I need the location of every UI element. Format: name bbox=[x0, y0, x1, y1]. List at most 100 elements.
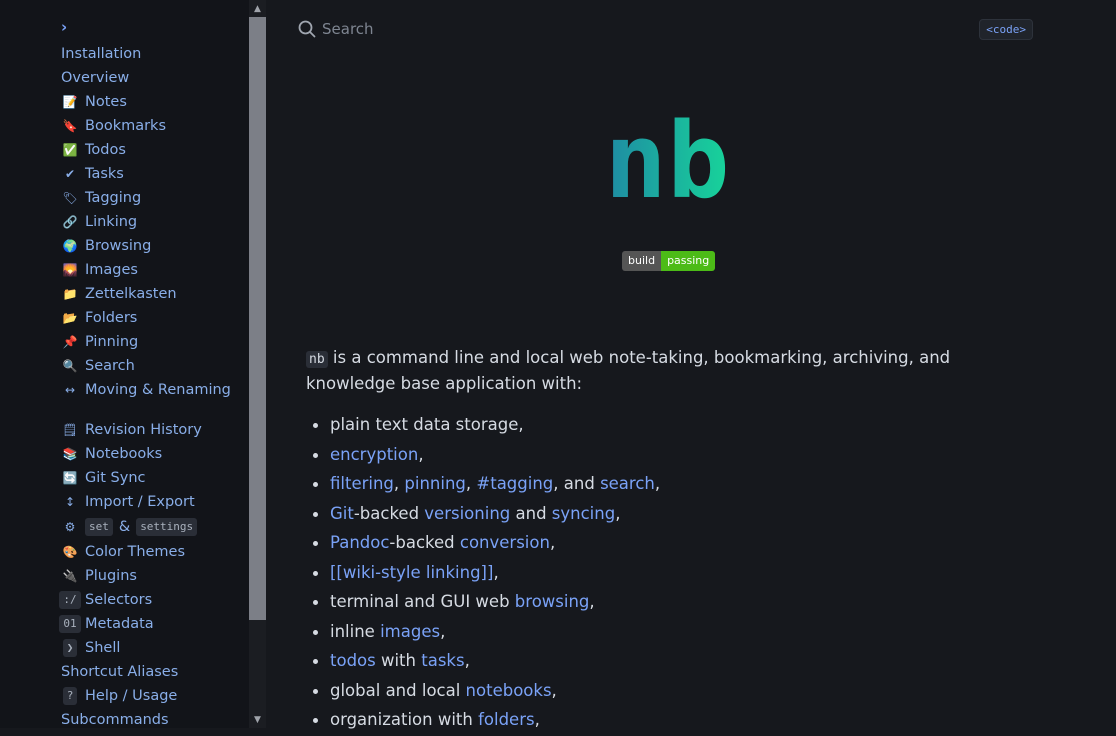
feature-list-item: todos with tasks, bbox=[306, 647, 660, 677]
sidebar-item-git-sync[interactable]: 🔄 Git Sync bbox=[61, 466, 247, 490]
metadata-chip-icon: 01 bbox=[59, 615, 81, 633]
scrollbar-thumb[interactable] bbox=[249, 17, 266, 620]
sidebar-item-installation[interactable]: Installation bbox=[61, 42, 247, 66]
sidebar-item-selectors[interactable]: :/Selectors bbox=[59, 588, 247, 612]
bookmark-icon: 🔖 bbox=[62, 119, 78, 133]
sidebar-item-label: Installation bbox=[61, 46, 142, 62]
sidebar-item-bookmarks[interactable]: 🔖 Bookmarks bbox=[61, 114, 247, 138]
badge-label: build bbox=[622, 251, 662, 271]
sidebar-item-overview[interactable]: Overview bbox=[61, 66, 247, 90]
folder-icon: 📁 bbox=[62, 287, 78, 301]
feature-text: inline bbox=[330, 621, 381, 641]
sidebar-item-images[interactable]: 🌄 Images bbox=[61, 258, 247, 282]
sidebar-item-revision-history[interactable]: 🗒 Revision History bbox=[61, 418, 247, 442]
feature-link[interactable]: #tagging bbox=[476, 474, 553, 493]
sidebar-item-subcommands[interactable]: Subcommands bbox=[61, 708, 247, 728]
feature-list: plain text data storage, encryption, filte… bbox=[306, 411, 660, 736]
sidebar-item-label: Folders bbox=[85, 310, 138, 326]
sidebar-item-tasks[interactable]: ✔ Tasks bbox=[61, 162, 247, 186]
code-link[interactable]: <code> bbox=[979, 19, 1033, 40]
feature-text: -backed bbox=[389, 533, 460, 552]
search-box[interactable]: Search bbox=[298, 20, 374, 38]
sidebar-item-label: Shell bbox=[85, 640, 121, 656]
sidebar-item-search[interactable]: 🔍 Search bbox=[61, 354, 247, 378]
feature-link[interactable]: tasks bbox=[421, 651, 464, 670]
feature-list-item: [[wiki-style linking]], bbox=[306, 559, 660, 589]
feature-text: terminal and GUI web bbox=[330, 592, 515, 611]
sidebar-scrollbar[interactable]: ▲ ▼ bbox=[249, 0, 266, 728]
sidebar-item-metadata[interactable]: 01 Metadata bbox=[59, 612, 247, 636]
sidebar-item-zettelkasten[interactable]: 📁 Zettelkasten bbox=[61, 282, 247, 306]
sidebar-item-label: Subcommands bbox=[61, 712, 169, 728]
feature-text: -backed bbox=[353, 503, 425, 523]
feature-link[interactable]: encryption bbox=[330, 445, 418, 464]
sidebar-item-notebooks[interactable]: 📚 Notebooks bbox=[61, 442, 247, 466]
sidebar-item-help-usage[interactable]: ? Help / Usage bbox=[61, 684, 247, 708]
feature-link[interactable]: images bbox=[380, 622, 440, 641]
feature-text: global and local bbox=[330, 680, 466, 700]
sidebar-item-settings[interactable]: ⚙ set & settings bbox=[61, 514, 247, 540]
feature-link[interactable]: conversion bbox=[460, 533, 550, 552]
sidebar-item-todos[interactable]: ✅ Todos bbox=[61, 138, 247, 162]
build-status-badge[interactable]: build passing bbox=[622, 251, 716, 271]
sidebar-item-label: Revision History bbox=[85, 422, 202, 438]
sidebar-item-color-themes[interactable]: 🎨 Color Themes bbox=[61, 540, 247, 564]
feature-text: , bbox=[589, 592, 595, 611]
feature-text: , bbox=[493, 562, 499, 582]
feature-link[interactable]: folders bbox=[478, 710, 535, 729]
sidebar-item-shortcut-aliases[interactable]: Shortcut Aliases bbox=[61, 660, 247, 684]
feature-text: with bbox=[375, 651, 422, 670]
feature-link[interactable]: pinning bbox=[404, 474, 466, 493]
feature-text: organization with bbox=[330, 710, 479, 729]
sidebar-item-label: Tagging bbox=[85, 190, 142, 206]
chevron-right-icon[interactable]: › bbox=[61, 18, 67, 36]
arrows-icon: ↔ bbox=[64, 383, 76, 397]
link-icon: 🔗 bbox=[62, 215, 78, 229]
feature-link[interactable]: Pandoc bbox=[330, 533, 389, 552]
sidebar-item-moving-renaming[interactable]: ↔ Moving & Renaming bbox=[61, 378, 247, 418]
check-icon: ✔ bbox=[64, 167, 76, 181]
feature-link[interactable]: search bbox=[600, 474, 655, 493]
pin-icon: 📌 bbox=[62, 335, 78, 349]
sidebar-item-label: Help / Usage bbox=[85, 688, 178, 704]
feature-link[interactable]: [[wiki-style linking]] bbox=[330, 563, 493, 582]
feature-link[interactable]: browsing bbox=[515, 592, 590, 611]
intro-text: is a command line and local web note-tak… bbox=[306, 348, 951, 393]
sidebar-item-shell[interactable]: ❯ Shell bbox=[61, 636, 247, 660]
intro-paragraph: nb is a command line and local web note-… bbox=[306, 346, 1026, 396]
feature-text: and bbox=[510, 503, 552, 523]
scroll-down-arrow-icon[interactable]: ▼ bbox=[249, 711, 266, 728]
sidebar-item-label: Selectors bbox=[85, 592, 153, 608]
sidebar-item-folders[interactable]: 📂 Folders bbox=[61, 306, 247, 330]
notepad-icon: 🗒 bbox=[62, 423, 78, 437]
feature-link[interactable]: syncing bbox=[552, 504, 615, 523]
shell-chip-icon: ❯ bbox=[61, 639, 79, 657]
feature-link[interactable]: versioning bbox=[424, 504, 510, 523]
feature-list-item: Pandoc-backed conversion, bbox=[306, 529, 660, 559]
help-chip-icon: ? bbox=[61, 687, 79, 705]
feature-list-item: Git-backed versioning and syncing, bbox=[306, 500, 660, 530]
search-placeholder[interactable]: Search bbox=[322, 20, 374, 38]
sidebar-item-notes[interactable]: 📝 Notes bbox=[61, 90, 247, 114]
books-icon: 📚 bbox=[62, 447, 78, 461]
sidebar-item-pinning[interactable]: 📌 Pinning bbox=[61, 330, 247, 354]
nb-logo: nb bbox=[604, 102, 729, 212]
feature-link[interactable]: filtering bbox=[330, 474, 394, 493]
feature-link[interactable]: notebooks bbox=[466, 681, 552, 700]
scroll-up-arrow-icon[interactable]: ▲ bbox=[249, 0, 266, 17]
feature-list-item: organization with folders, bbox=[306, 706, 660, 736]
sidebar-item-browsing[interactable]: 🌍 Browsing bbox=[61, 234, 247, 258]
sidebar-nav: Installation Overview 📝 Notes 🔖 Bookmarks ✅ Tod… bbox=[59, 42, 247, 728]
feature-link[interactable]: todos bbox=[330, 651, 376, 670]
sidebar-item-label: Images bbox=[85, 262, 138, 278]
sidebar-item-import-export[interactable]: ↕ Import / Export bbox=[61, 490, 247, 514]
sidebar-item-plugins[interactable]: 🔌 Plugins bbox=[61, 564, 247, 588]
sidebar-item-label: Zettelkasten bbox=[85, 286, 177, 302]
sidebar-item-tagging[interactable]: 🏷 Tagging bbox=[61, 186, 247, 210]
sidebar: › Installation Overview 📝 Notes 🔖 Bookmarks ✅ T… bbox=[0, 0, 249, 728]
sidebar-item-linking[interactable]: 🔗 Linking bbox=[61, 210, 247, 234]
sidebar-item-label: Metadata bbox=[85, 616, 154, 632]
feature-link[interactable]: Git bbox=[330, 504, 354, 523]
badge-status: passing bbox=[661, 251, 716, 271]
tag-icon: 🏷 bbox=[62, 191, 78, 205]
